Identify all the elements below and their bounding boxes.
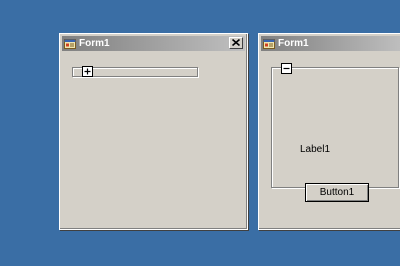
button1[interactable]: Button1 — [305, 183, 369, 202]
expand-toggle[interactable] — [82, 66, 93, 77]
title-bar[interactable]: Form1 — [261, 36, 400, 51]
collapse-toggle[interactable] — [281, 63, 292, 74]
form-app-icon[interactable] — [64, 37, 76, 49]
close-button[interactable] — [229, 37, 243, 49]
groupbox-collapsed — [72, 66, 198, 77]
close-icon — [232, 39, 240, 46]
window-title: Form1 — [79, 38, 110, 49]
groupbox-expanded: Label1 Button1 — [271, 63, 399, 202]
label1: Label1 — [300, 144, 331, 155]
form1-window-left[interactable]: Form1 — [59, 33, 248, 230]
window-title: Form1 — [278, 38, 309, 49]
plus-icon — [84, 68, 91, 75]
form-app-icon[interactable] — [263, 37, 275, 49]
form1-window-right[interactable]: Form1 Label1 Button1 — [258, 33, 400, 230]
title-bar[interactable]: Form1 — [62, 36, 245, 51]
minus-icon — [283, 67, 290, 70]
